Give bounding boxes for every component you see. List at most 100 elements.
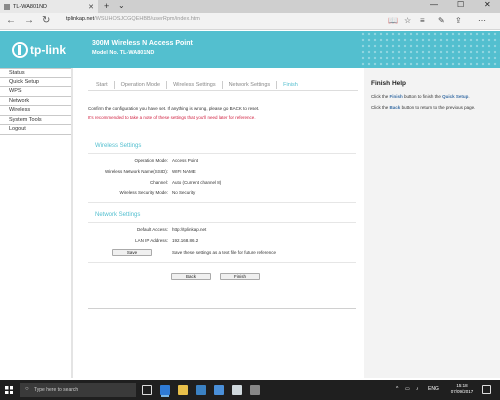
taskbar-search-box[interactable]: ○ Type here to search [20,383,136,397]
page-header: tp-link 300M Wireless N Access Point Mod… [0,31,500,68]
favorite-star-icon[interactable]: ☆ [404,16,411,25]
default-access-label: Default Access: [136,227,168,232]
help-text: . [468,94,470,99]
product-name: 300M Wireless N Access Point [92,40,193,47]
photos-icon[interactable] [232,385,242,395]
close-window-button[interactable]: ✕ [484,0,491,9]
reading-view-icon[interactable]: 📖 [388,16,398,25]
volume-tray-icon[interactable]: ♪ [416,386,419,392]
network-tray-icon[interactable]: ▭ [405,386,410,392]
note-message: It's recommended to take a note of these… [88,115,256,120]
network-settings-title: Network Settings [95,212,141,218]
ssid-value: WIFI NAME [172,169,196,174]
operation-mode-value: Access Point [172,158,199,163]
setup-steps: Start Operation Mode Wireless Settings N… [88,81,358,91]
finish-button[interactable]: Finish [220,273,260,280]
address-bar[interactable]: tplinkap.net/WSUHOSJCGQEHBB/userRpm/inde… [66,16,200,22]
help-finish-keyword: Finish [389,94,403,99]
security-mode-value: No Security [172,190,196,195]
model-number: Model No. TL-WA801ND [92,50,155,56]
tab-favicon-icon [4,3,10,10]
section-divider [88,262,356,263]
content-bottom-rule [88,308,356,309]
tray-overflow-icon[interactable]: ^ [396,386,398,392]
sidebar-item-wireless[interactable]: Wireless [0,106,71,116]
section-divider [88,153,356,154]
channel-label: Channel: [149,180,168,185]
hub-icon[interactable]: ≡ [420,16,425,25]
help-back-keyword: Back [389,105,401,110]
sidebar-item-wps[interactable]: WPS [0,87,71,97]
browser-tabbar: TL-WA801ND ✕ + ⌄ — ☐ ✕ [0,0,500,13]
sidebar-menu: Status Quick Setup WPS Network Wireless … [0,68,71,135]
help-panel: Finish Help Click the Finish button to f… [364,68,500,378]
sidebar-divider [71,68,73,378]
tplink-logo-icon [12,42,28,58]
wireless-settings-title: Wireless Settings [95,143,142,149]
section-divider [88,202,356,203]
tab-title: TL-WA801ND [13,3,48,10]
step-finish: Finish [283,82,298,88]
help-text: Click the [371,105,389,110]
help-quick-setup-keyword: Quick Setup [442,94,469,99]
share-icon[interactable]: ⇪ [455,16,462,25]
taskbar-clock[interactable]: 15:18 07/09/2017 [448,383,476,395]
back-arrow-icon[interactable]: ← [6,15,16,26]
sidebar-item-logout[interactable]: Logout [0,125,71,135]
refresh-icon[interactable]: ↻ [42,15,50,26]
file-explorer-icon[interactable] [178,385,188,395]
forward-arrow-icon[interactable]: → [24,15,34,26]
lan-ip-value: 192.168.86.2 [172,238,199,243]
tplink-logo: tp-link [12,42,66,58]
help-text: button to finish the [404,94,441,99]
help-line-back: Click the Back button to return to the p… [371,105,475,110]
new-tab-button[interactable]: + [104,1,109,11]
search-placeholder: Type here to search [34,387,79,393]
lan-ip-label: LAN IP Address: [135,238,168,243]
confirm-message: Confirm the configuration you have set. … [88,106,260,111]
action-center-icon[interactable] [482,385,491,394]
windows-taskbar: ○ Type here to search ^ ▭ ♪ ENG 15:18 07… [0,380,500,400]
section-divider [88,222,356,223]
step-wireless-settings: Wireless Settings [167,81,223,89]
store-icon[interactable] [196,385,206,395]
router-page: tp-link 300M Wireless N Access Point Mod… [0,31,500,378]
step-start: Start [88,81,115,89]
sidebar-item-system-tools[interactable]: System Tools [0,115,71,125]
step-network-settings: Network Settings [223,81,278,89]
clock-date: 07/09/2017 [450,389,474,394]
sidebar-item-network[interactable]: Network [0,96,71,106]
back-button[interactable]: Back [171,273,211,280]
step-operation-mode: Operation Mode [115,81,168,89]
more-icon[interactable]: ⋯ [478,16,486,25]
save-button[interactable]: Save [112,249,152,256]
search-icon: ○ [25,386,29,392]
task-view-icon[interactable] [142,385,152,395]
ssid-label: Wireless Network Name(SSID): [104,169,168,174]
help-text: Click the [371,94,389,99]
sidebar-item-quick-setup[interactable]: Quick Setup [0,77,71,87]
mail-icon[interactable] [214,385,224,395]
default-access-value: http://tplinkap.net [172,227,207,232]
sidebar-item-status[interactable]: Status [0,68,71,78]
channel-value: Auto (Current channel 8) [172,180,222,185]
tab-close-icon[interactable]: ✕ [88,3,94,11]
security-mode-label: Wireless Security Mode: [119,190,168,195]
language-indicator[interactable]: ENG [428,386,439,392]
header-dot-pattern [360,31,500,68]
minimize-button[interactable]: — [430,0,438,9]
tab-list-icon[interactable]: ⌄ [118,1,125,10]
logo-text: tp-link [30,43,66,57]
web-note-icon[interactable]: ✎ [438,16,445,25]
url-host: tplinkap.net [66,16,95,22]
url-path: /WSUHOSJCGQEHBB/userRpm/index.htm [94,16,200,22]
settings-icon[interactable] [250,385,260,395]
browser-navbar: ← → ↻ tplinkap.net/WSUHOSJCGQEHBB/userRp… [0,13,500,30]
windows-start-icon[interactable] [5,386,13,394]
edge-icon[interactable] [160,385,170,395]
browser-tab[interactable]: TL-WA801ND ✕ [0,0,98,13]
maximize-button[interactable]: ☐ [457,0,464,9]
operation-mode-label: Operation Mode: [134,158,168,163]
help-title: Finish Help [371,80,407,87]
help-text: button to return to the previous page. [401,105,476,110]
